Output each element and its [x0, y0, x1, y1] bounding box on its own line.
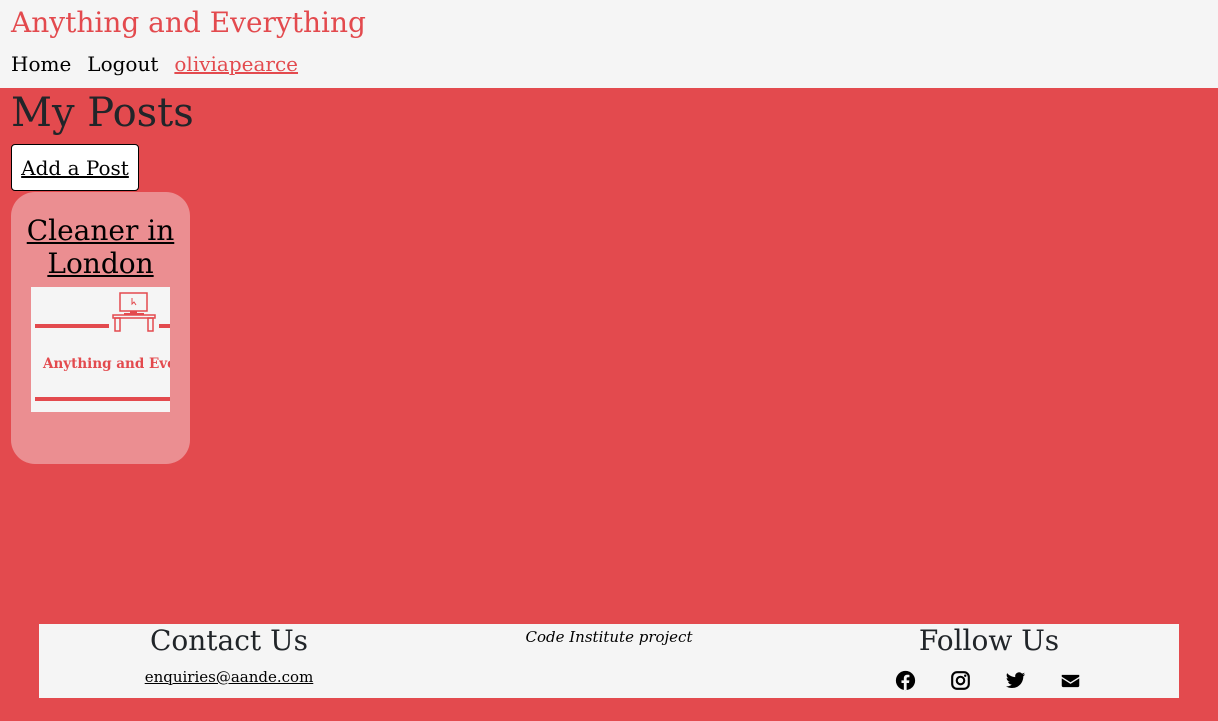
twitter-icon[interactable] — [1005, 670, 1026, 691]
main-nav: Home Logout oliviapearce — [11, 52, 298, 76]
site-brand-link[interactable]: Anything and Everything — [11, 6, 366, 39]
page-title: My Posts — [11, 90, 194, 136]
instagram-icon[interactable] — [950, 670, 971, 691]
follow-title: Follow Us — [918, 624, 1060, 657]
social-links — [895, 670, 1081, 691]
post-title-link[interactable]: Cleaner in London — [11, 214, 190, 280]
envelope-icon[interactable] — [1060, 670, 1081, 691]
project-note: Code Institute project — [525, 628, 693, 646]
post-card: Cleaner in London Anything and Eve — [11, 192, 190, 464]
nav-logout-link[interactable]: Logout — [87, 52, 158, 76]
nav-home-link[interactable]: Home — [11, 52, 71, 76]
post-logo-image: Anything and Eve — [35, 292, 170, 401]
site-header: Anything and Everything Home Logout oliv… — [0, 0, 1218, 88]
nav-user-link[interactable]: oliviapearce — [174, 52, 298, 76]
contact-title: Contact Us — [149, 624, 309, 657]
post-logo-text: Anything and Eve — [42, 356, 170, 372]
facebook-icon[interactable] — [895, 670, 916, 691]
post-image[interactable]: Anything and Eve — [31, 287, 170, 412]
add-post-button[interactable]: Add a Post — [11, 144, 139, 191]
contact-email-link[interactable]: enquiries@aande.com — [39, 668, 419, 686]
site-footer: Contact Us enquiries@aande.com Code Inst… — [39, 624, 1179, 698]
